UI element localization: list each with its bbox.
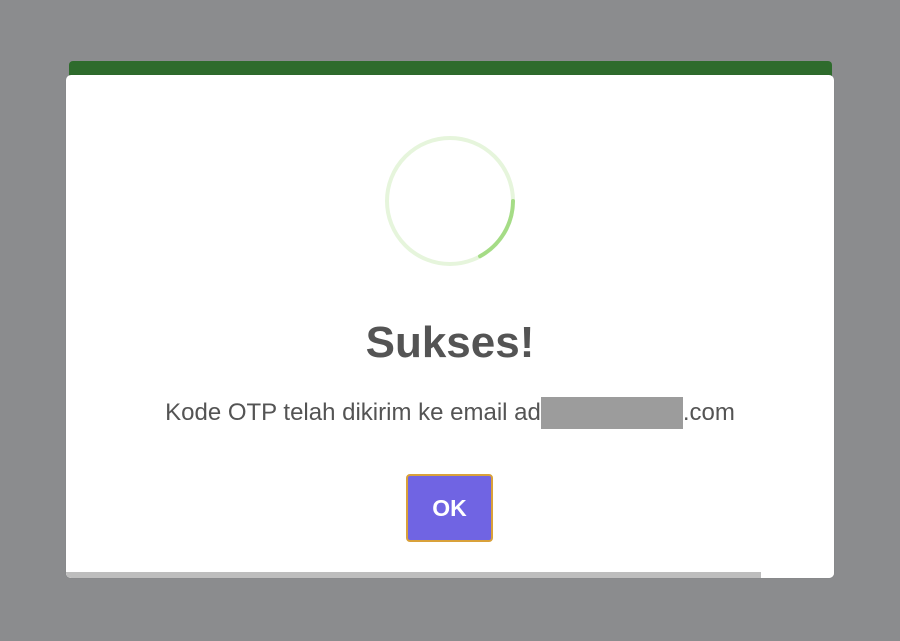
dialog-message: Kode OTP telah dikirim ke email ad .com [66,397,834,429]
ok-button[interactable]: OK [406,474,493,542]
timer-progress-bar [66,572,834,578]
loading-spinner-icon [385,136,515,266]
redacted-email [540,397,683,429]
success-dialog: Sukses! Kode OTP telah dikirim ke email … [66,75,834,578]
message-prefix: Kode OTP telah dikirim ke email ad [165,399,541,426]
timer-progress-fill [66,572,762,578]
dialog-title: Sukses! [365,318,535,367]
message-suffix: .com [682,399,735,426]
